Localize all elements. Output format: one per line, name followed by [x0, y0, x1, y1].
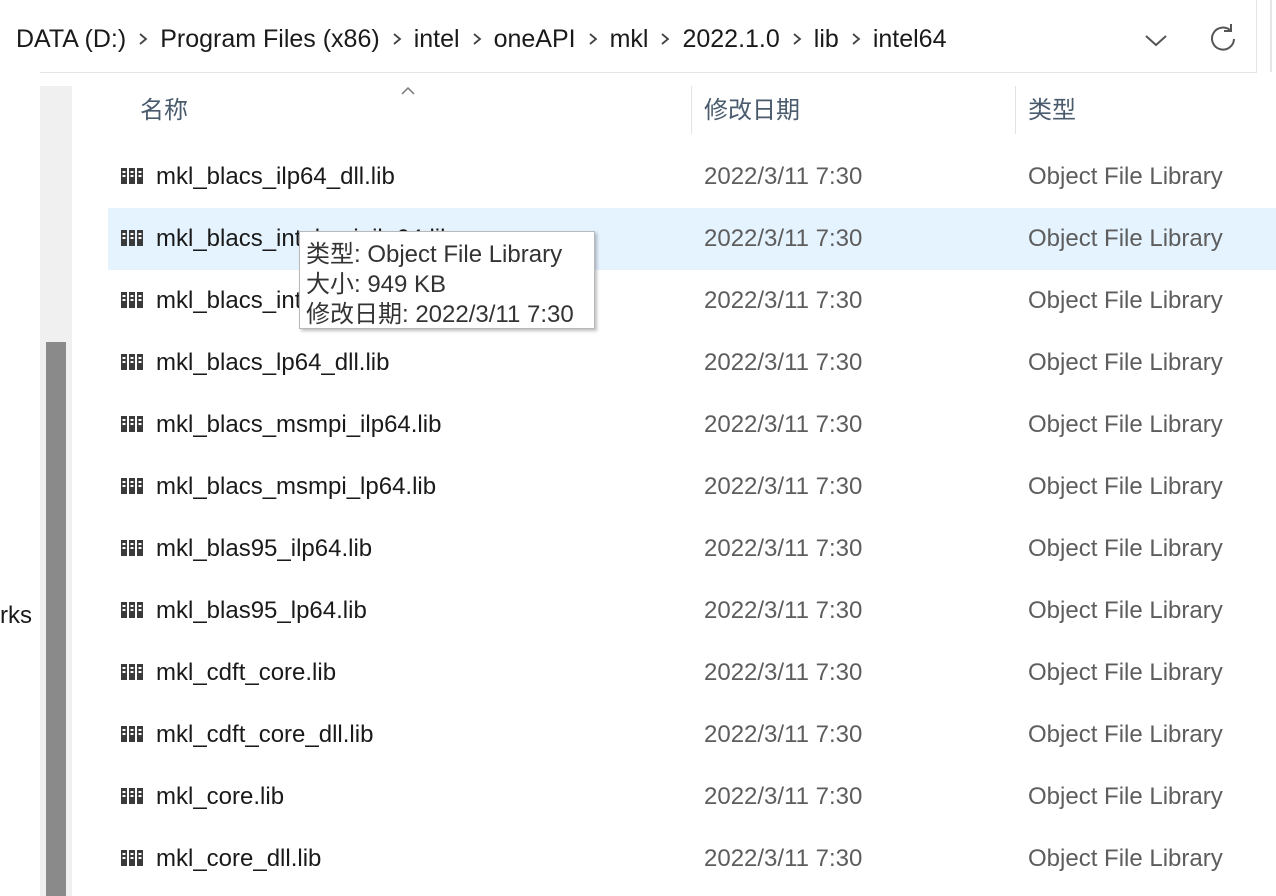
column-header-name[interactable]: 名称	[140, 80, 188, 138]
library-file-icon	[120, 476, 144, 496]
file-row[interactable]: mkl_blacs_intelmpi_ilp64.lib2022/3/11 7:…	[108, 208, 1276, 270]
file-name: mkl_core.lib	[156, 783, 285, 810]
file-info-tooltip: 类型: Object File Library 大小: 949 KB 修改日期:…	[299, 231, 595, 329]
address-bar[interactable]: DATA (D:) Program Files (x86) intel oneAPI m…	[0, 0, 1257, 73]
breadcrumb-item[interactable]: DATA (D:)	[16, 20, 126, 58]
file-type: Object File Library	[1028, 845, 1223, 872]
file-type: Object File Library	[1028, 411, 1223, 438]
library-file-icon	[120, 848, 144, 868]
file-type: Object File Library	[1028, 473, 1223, 500]
file-date: 2022/3/11 7:30	[704, 349, 863, 376]
file-name: mkl_blacs_msmpi_ilp64.lib	[156, 411, 442, 438]
sort-ascending-icon	[400, 84, 416, 102]
file-date: 2022/3/11 7:30	[704, 597, 863, 624]
file-row[interactable]: mkl_cdft_core.lib 2022/3/11 7:30 Object Fi…	[108, 642, 1276, 704]
file-type: Object File Library	[1028, 721, 1223, 748]
file-name: mkl_blas95_lp64.lib	[156, 597, 367, 624]
library-file-icon	[120, 352, 144, 372]
file-row[interactable]: mkl_blacs_msmpi_lp64.lib 2022/3/11 7:30 Ob…	[108, 456, 1276, 518]
column-header: 名称 修改日期 类型	[108, 80, 1276, 138]
library-file-icon	[120, 166, 144, 186]
chevron-right-icon[interactable]	[380, 30, 414, 48]
library-file-icon	[120, 786, 144, 806]
file-list: mkl_blacs_ilp64_dll.lib 2022/3/11 7:30 Obj…	[108, 146, 1276, 890]
file-row[interactable]: mkl_cdft_core_dll.lib 2022/3/11 7:30 Objec…	[108, 704, 1276, 766]
file-name: mkl_cdft_core.lib	[156, 659, 337, 686]
library-file-icon	[120, 228, 144, 248]
window-divider	[1270, 0, 1272, 72]
file-date: 2022/3/11 7:30	[704, 411, 863, 438]
library-file-icon	[120, 414, 144, 434]
file-date: 2022/3/11 7:30	[704, 287, 863, 314]
file-type: Object File Library	[1028, 783, 1223, 810]
nav-scrollbar-thumb[interactable]	[46, 342, 66, 896]
chevron-down-icon[interactable]	[1140, 24, 1172, 56]
column-header-date[interactable]: 修改日期	[704, 80, 800, 138]
file-name: mkl_cdft_core_dll.lib	[156, 721, 374, 748]
breadcrumb-item[interactable]: intel64	[873, 20, 947, 58]
file-type: Object File Library	[1028, 535, 1223, 562]
nav-item-partial-label[interactable]: rks	[0, 602, 32, 630]
library-file-icon	[120, 600, 144, 620]
file-name: mkl_blacs_msmpi_lp64.lib	[156, 473, 437, 500]
file-date: 2022/3/11 7:30	[704, 225, 863, 252]
chevron-right-icon[interactable]	[576, 30, 610, 48]
file-type: Object File Library	[1028, 597, 1223, 624]
file-date: 2022/3/11 7:30	[704, 721, 863, 748]
library-file-icon	[120, 538, 144, 558]
breadcrumb-item[interactable]: lib	[814, 20, 839, 58]
breadcrumb-item[interactable]: mkl	[610, 20, 649, 58]
chevron-right-icon[interactable]	[780, 30, 814, 48]
file-date: 2022/3/11 7:30	[704, 535, 863, 562]
library-file-icon	[120, 662, 144, 682]
file-row[interactable]: mkl_blacs_ilp64_dll.lib 2022/3/11 7:30 Obj…	[108, 146, 1276, 208]
chevron-right-icon[interactable]	[839, 30, 873, 48]
column-header-type[interactable]: 类型	[1028, 80, 1076, 138]
file-type: Object File Library	[1028, 163, 1223, 190]
file-row[interactable]: mkl_blacs_msmpi_ilp64.lib 2022/3/11 7:30 O…	[108, 394, 1276, 456]
file-date: 2022/3/11 7:30	[704, 473, 863, 500]
column-divider[interactable]	[1015, 86, 1016, 134]
file-row[interactable]: mkl_core.lib 2022/3/11 7:30 Object File Li…	[108, 766, 1276, 828]
file-name: mkl_blacs_ilp64_dll.lib	[156, 163, 395, 190]
file-type: Object File Library	[1028, 225, 1223, 252]
breadcrumb-item[interactable]: Program Files (x86)	[160, 20, 380, 58]
file-type: Object File Library	[1028, 349, 1223, 376]
file-date: 2022/3/11 7:30	[704, 845, 863, 872]
file-name: mkl_blacs_lp64_dll.lib	[156, 349, 390, 376]
chevron-right-icon[interactable]	[460, 30, 494, 48]
library-file-icon	[120, 724, 144, 744]
file-name: mkl_blas95_ilp64.lib	[156, 535, 373, 562]
library-file-icon	[120, 290, 144, 310]
file-row[interactable]: mkl_blas95_lp64.lib 2022/3/11 7:30 Object …	[108, 580, 1276, 642]
file-type: Object File Library	[1028, 287, 1223, 314]
file-type: Object File Library	[1028, 659, 1223, 686]
chevron-right-icon[interactable]	[648, 30, 682, 48]
refresh-icon[interactable]	[1206, 20, 1240, 54]
file-date: 2022/3/11 7:30	[704, 659, 863, 686]
navigation-pane	[0, 72, 40, 896]
file-row[interactable]: mkl_core_dll.lib 2022/3/11 7:30 Object Fil…	[108, 828, 1276, 890]
breadcrumb: DATA (D:) Program Files (x86) intel oneAPI m…	[16, 20, 946, 58]
tooltip-date: 修改日期: 2022/3/11 7:30	[306, 301, 574, 328]
breadcrumb-item[interactable]: 2022.1.0	[682, 20, 779, 58]
breadcrumb-item[interactable]: oneAPI	[494, 20, 576, 58]
breadcrumb-item[interactable]: intel	[414, 20, 460, 58]
file-row[interactable]: mkl_blacs_intelmpi_lp64.lib2022/3/11 7:3…	[108, 270, 1276, 332]
file-date: 2022/3/11 7:30	[704, 783, 863, 810]
file-date: 2022/3/11 7:30	[704, 163, 863, 190]
file-row[interactable]: mkl_blacs_lp64_dll.lib 2022/3/11 7:30 Obje…	[108, 332, 1276, 394]
file-name: mkl_core_dll.lib	[156, 845, 322, 872]
column-divider[interactable]	[691, 86, 692, 134]
file-row[interactable]: mkl_blas95_ilp64.lib 2022/3/11 7:30 Object…	[108, 518, 1276, 580]
chevron-right-icon[interactable]	[126, 30, 160, 48]
